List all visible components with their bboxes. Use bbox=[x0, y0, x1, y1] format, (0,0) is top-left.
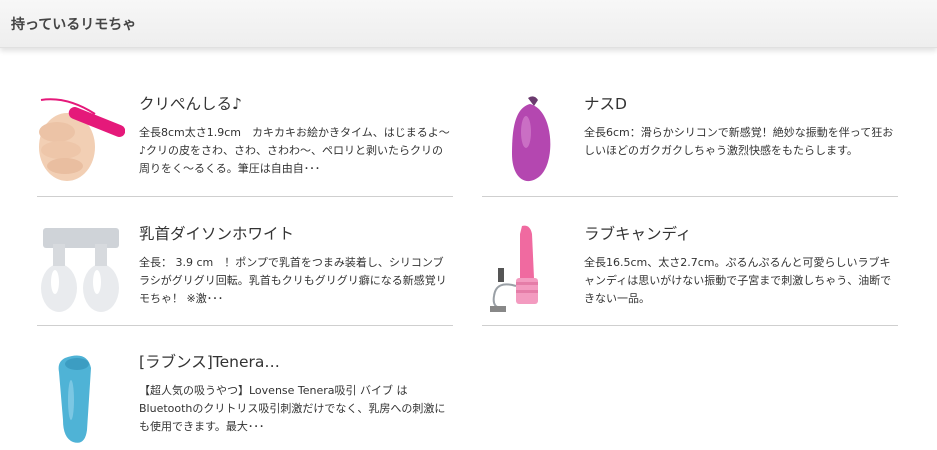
toy-card-love-candy[interactable]: ラブキャンディ 全長16.5cm、太さ2.7cm。ぷるんぷるんと可愛らしいラブキ… bbox=[482, 222, 898, 326]
item-title[interactable]: 乳首ダイソンホワイト bbox=[139, 222, 453, 244]
item-title[interactable]: [ラブンス]Tenera… bbox=[139, 350, 453, 372]
product-thumbnail[interactable] bbox=[482, 92, 570, 192]
product-thumbnail[interactable] bbox=[482, 222, 570, 322]
toy-card-lovense-tenera[interactable]: [ラブンス]Tenera… 【超人気の吸うやつ】Lovense Tenera吸引… bbox=[37, 350, 453, 450]
item-description: 全長6cm：滑らかシリコンで新感覚！絶妙な振動を伴って狂おしいほどのガクガクしち… bbox=[584, 126, 894, 157]
item-description: 全長16.5cm、太さ2.7cm。ぷるんぷるんと可愛らしいラブキャンディは思いが… bbox=[584, 256, 892, 305]
item-title[interactable]: クリぺんしる♪ bbox=[139, 92, 453, 114]
item-description: 全長： 3.9 cm ！ポンプで乳首をつまみ装着し、シリコンブラシがグリグリ回転… bbox=[139, 256, 447, 305]
item-title[interactable]: ナスD bbox=[584, 92, 898, 114]
toy-card-nasu-d[interactable]: ナスD 全長6cm：滑らかシリコンで新感覚！絶妙な振動を伴って狂おしいほどのガク… bbox=[482, 92, 898, 197]
item-title[interactable]: ラブキャンディ bbox=[584, 222, 898, 244]
product-thumbnail[interactable] bbox=[37, 350, 125, 450]
toy-card-kuripencil[interactable]: クリぺんしる♪ 全長8cm太さ1.9cm カキカキお絵かきタイム、はじまるよ～♪… bbox=[37, 92, 453, 197]
section-title: 持っているリモちゃ bbox=[11, 17, 137, 33]
product-thumbnail[interactable] bbox=[37, 222, 125, 322]
item-description: 全長8cm太さ1.9cm カキカキお絵かきタイム、はじまるよ～♪クリの皮をさわ、… bbox=[139, 126, 450, 175]
item-description: 【超人気の吸うやつ】Lovense Tenera吸引 バイブ は Bluetoo… bbox=[139, 384, 446, 433]
product-thumbnail[interactable] bbox=[37, 92, 125, 192]
toy-card-nipple-dyson[interactable]: 乳首ダイソンホワイト 全長： 3.9 cm ！ポンプで乳首をつまみ装着し、シリコ… bbox=[37, 222, 453, 326]
section-header: 持っているリモちゃ bbox=[0, 0, 937, 48]
